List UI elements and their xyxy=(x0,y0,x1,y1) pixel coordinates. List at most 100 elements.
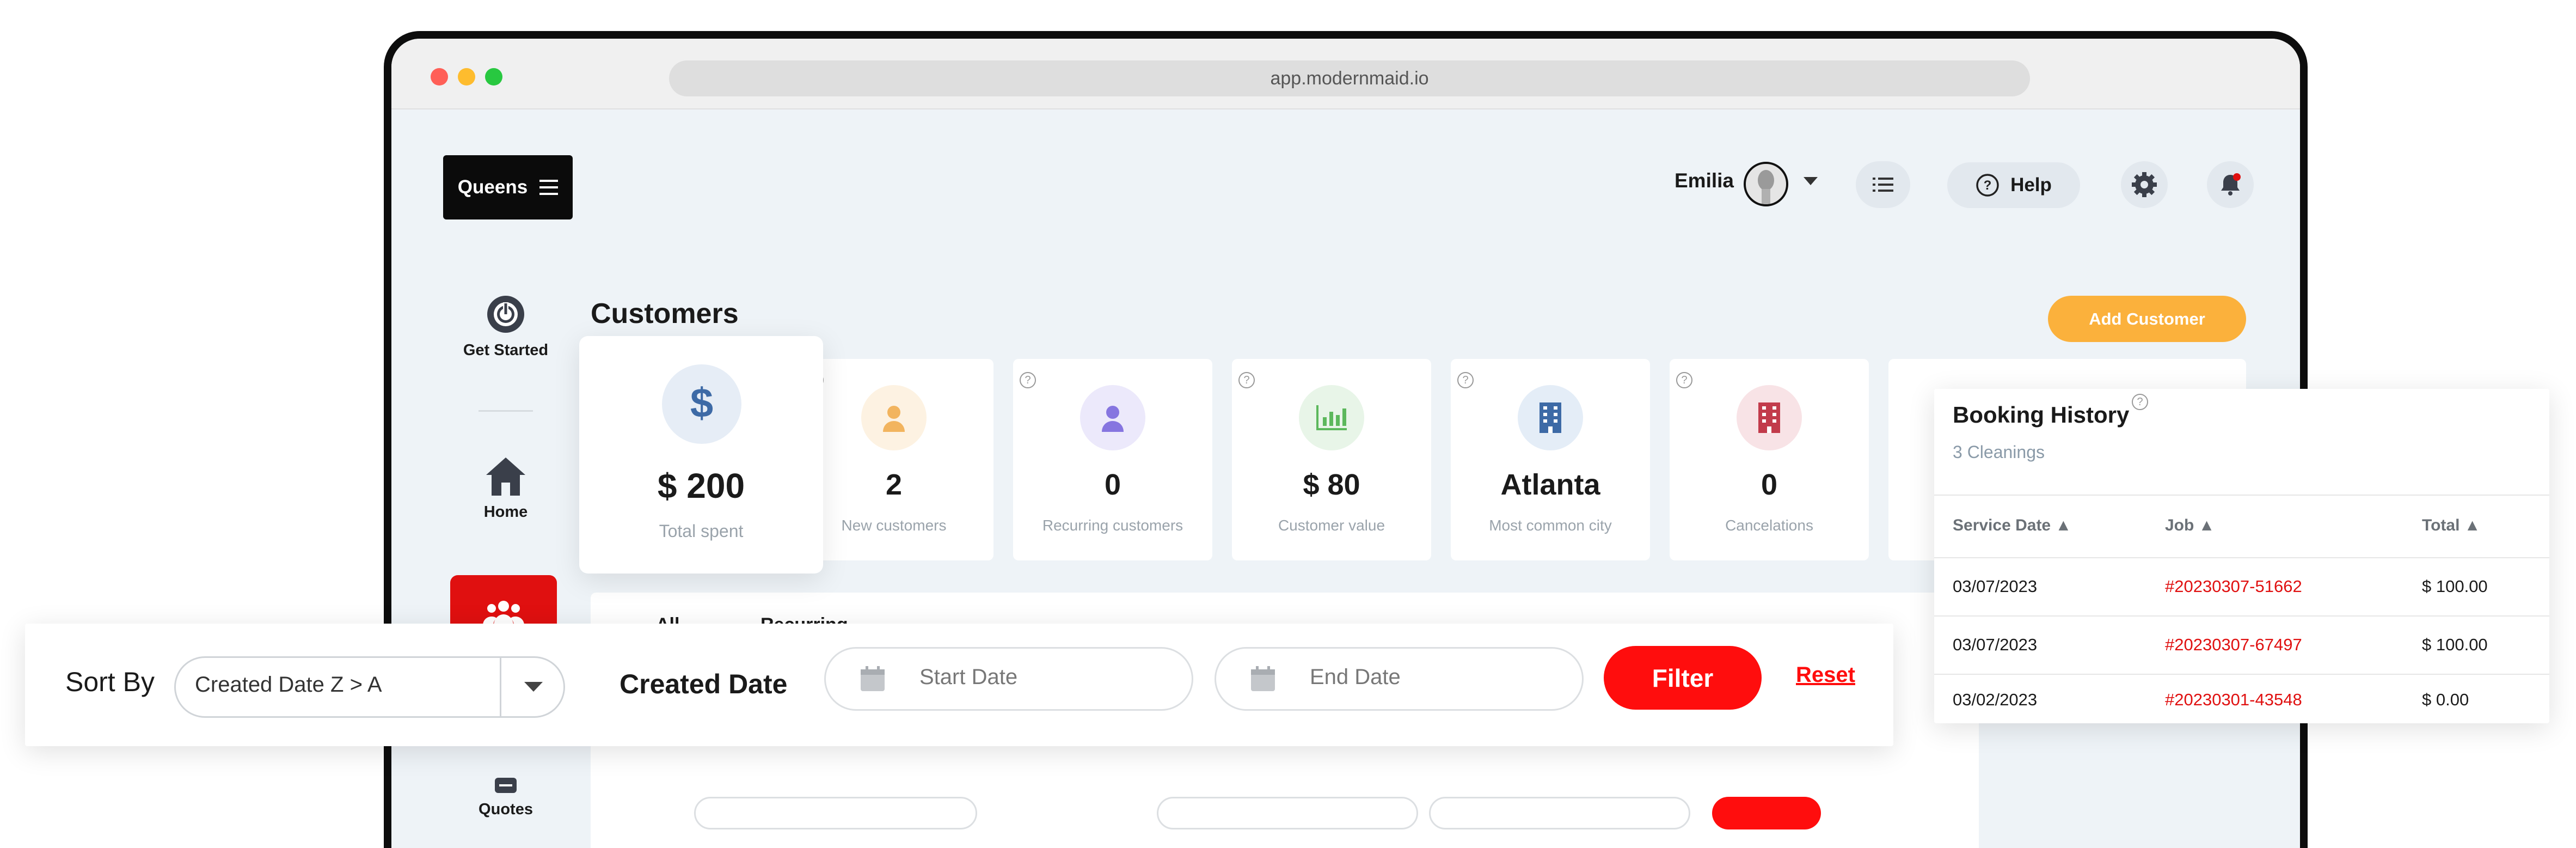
user-icon xyxy=(861,385,927,450)
building-icon xyxy=(1518,385,1583,450)
column-header-service-date[interactable]: Service Date ▲ xyxy=(1953,516,2071,535)
job-link[interactable]: #20230307-67497 xyxy=(2165,635,2302,655)
close-window-button[interactable] xyxy=(431,68,448,86)
bell-icon xyxy=(2221,173,2241,196)
stat-card-cancelations: ? 0 Cancelations xyxy=(1670,359,1869,560)
column-header-job[interactable]: Job ▲ xyxy=(2165,516,2215,535)
column-label: Service Date xyxy=(1953,516,2051,534)
info-icon[interactable]: ? xyxy=(1457,372,1474,388)
chevron-down-icon[interactable] xyxy=(524,682,543,692)
user-silhouette-icon xyxy=(1758,170,1774,204)
stat-card-recurring-customers: ? 0 Recurring customers xyxy=(1013,359,1212,560)
help-button[interactable]: ? Help xyxy=(1947,162,2080,208)
gear-icon xyxy=(2132,172,2157,197)
stat-card-customer-value: ? $ 80 Customer value xyxy=(1232,359,1431,560)
start-date-field[interactable]: Start Date xyxy=(824,647,1193,711)
sidebar-item-quotes[interactable]: Quotes xyxy=(443,778,568,819)
column-label: Job xyxy=(2165,516,2194,534)
avatar[interactable] xyxy=(1744,162,1788,206)
svg-text:?: ? xyxy=(1984,178,1992,193)
job-link[interactable]: #20230307-51662 xyxy=(2165,577,2302,596)
building-icon xyxy=(1737,385,1802,450)
browser-titlebar: app.modernmaid.io xyxy=(391,39,2300,109)
booking-history-title: Booking History xyxy=(1953,402,2130,428)
end-date-field[interactable]: End Date xyxy=(1215,647,1584,711)
end-date-placeholder: End Date xyxy=(1310,665,1401,689)
stat-label: New customers xyxy=(841,517,947,534)
stat-card-new-customers: ? 2 New customers xyxy=(794,359,993,560)
service-date-cell: 03/07/2023 xyxy=(1953,577,2038,596)
stat-label: Recurring customers xyxy=(1042,517,1183,534)
job-link[interactable]: #20230301-43548 xyxy=(2165,690,2302,710)
sort-filter-bar: Sort By Created Date Z > A Created Date … xyxy=(25,624,1893,746)
info-icon[interactable]: ? xyxy=(1238,372,1255,388)
sidebar-item-home[interactable]: Home xyxy=(443,455,568,521)
info-icon[interactable]: ? xyxy=(2132,394,2148,410)
stat-card-common-city: ? Atlanta Most common city xyxy=(1451,359,1650,560)
total-cell: $ 0.00 xyxy=(2422,690,2469,709)
stat-label: Cancelations xyxy=(1725,517,1813,534)
stat-card-total-spent: $ $ 200 Total spent xyxy=(579,336,823,574)
column-header-total[interactable]: Total ▲ xyxy=(2422,516,2480,535)
minimize-window-button[interactable] xyxy=(458,68,475,86)
created-date-label: Created Date xyxy=(620,669,788,699)
sort-select[interactable]: Created Date Z > A xyxy=(174,656,565,718)
notification-dot xyxy=(2233,173,2241,181)
filter-button[interactable]: Filter xyxy=(1604,646,1762,710)
start-date-placeholder: Start Date xyxy=(919,665,1018,689)
info-icon[interactable]: ? xyxy=(1676,372,1692,388)
sidebar-item-label: Get Started xyxy=(463,341,549,359)
stat-value: 0 xyxy=(1761,468,1778,501)
stat-value: 0 xyxy=(1104,468,1121,501)
column-label: Total xyxy=(2422,516,2460,534)
row-date-field[interactable] xyxy=(1157,797,1418,829)
help-circle-icon: ? xyxy=(1976,174,1999,197)
stat-label: Customer value xyxy=(1278,517,1385,534)
calendar-icon xyxy=(1251,666,1275,691)
list-icon xyxy=(1873,178,1893,192)
stat-value: $ 80 xyxy=(1303,468,1360,501)
row-filter-field[interactable] xyxy=(694,797,977,829)
home-icon xyxy=(486,457,525,496)
add-customer-button[interactable]: Add Customer xyxy=(2048,296,2246,342)
sidebar-item-label: Home xyxy=(483,503,528,521)
row-filter-button[interactable] xyxy=(1712,797,1821,829)
bar-chart-icon xyxy=(1299,385,1364,450)
svg-text:$: $ xyxy=(690,382,713,426)
url-bar[interactable]: app.modernmaid.io xyxy=(669,60,2030,96)
sidebar-item-label: Quotes xyxy=(479,801,533,818)
sort-by-label: Sort By xyxy=(65,667,155,697)
booking-history-subtitle: 3 Cleanings xyxy=(1953,442,2045,462)
reset-link[interactable]: Reset xyxy=(1796,663,1855,687)
sidebar-item-get-started[interactable]: Get Started xyxy=(443,292,568,359)
stat-value: $ 200 xyxy=(657,466,745,505)
people-icon xyxy=(483,601,524,625)
dollar-icon: $ xyxy=(662,364,741,444)
sort-up-icon: ▲ xyxy=(2464,516,2481,534)
workspace-menu-button[interactable]: Queens xyxy=(443,155,573,219)
table-header-row: Service Date ▲ Job ▲ Total ▲ xyxy=(1934,495,2549,557)
booking-history-panel: Booking History ? 3 Cleanings Service Da… xyxy=(1934,389,2549,723)
table-row[interactable]: 03/07/2023 #20230307-51662 $ 100.00 xyxy=(1934,557,2549,615)
list-view-button[interactable] xyxy=(1856,161,1910,208)
stat-label: Total spent xyxy=(659,521,744,541)
total-cell: $ 100.00 xyxy=(2422,635,2488,654)
maximize-window-button[interactable] xyxy=(485,68,502,86)
table-row[interactable]: 03/07/2023 #20230307-67497 $ 100.00 xyxy=(1934,615,2549,674)
user-icon xyxy=(1080,385,1145,450)
menu-icon xyxy=(539,180,559,195)
sidebar-divider xyxy=(479,410,533,412)
chevron-down-icon[interactable] xyxy=(1804,177,1818,185)
service-date-cell: 03/07/2023 xyxy=(1953,635,2038,654)
calendar-icon xyxy=(861,666,885,691)
user-name[interactable]: Emilia xyxy=(1675,169,1734,192)
stat-value: Atlanta xyxy=(1500,468,1600,501)
info-icon[interactable]: ? xyxy=(1020,372,1036,388)
table-row[interactable]: 03/02/2023 #20230301-43548 $ 0.00 xyxy=(1934,674,2549,723)
notifications-button[interactable] xyxy=(2207,161,2254,208)
settings-button[interactable] xyxy=(2121,161,2168,208)
select-divider xyxy=(500,658,501,716)
power-icon xyxy=(487,296,524,333)
row-date-field[interactable] xyxy=(1429,797,1690,829)
sort-up-icon: ▲ xyxy=(2055,516,2072,534)
